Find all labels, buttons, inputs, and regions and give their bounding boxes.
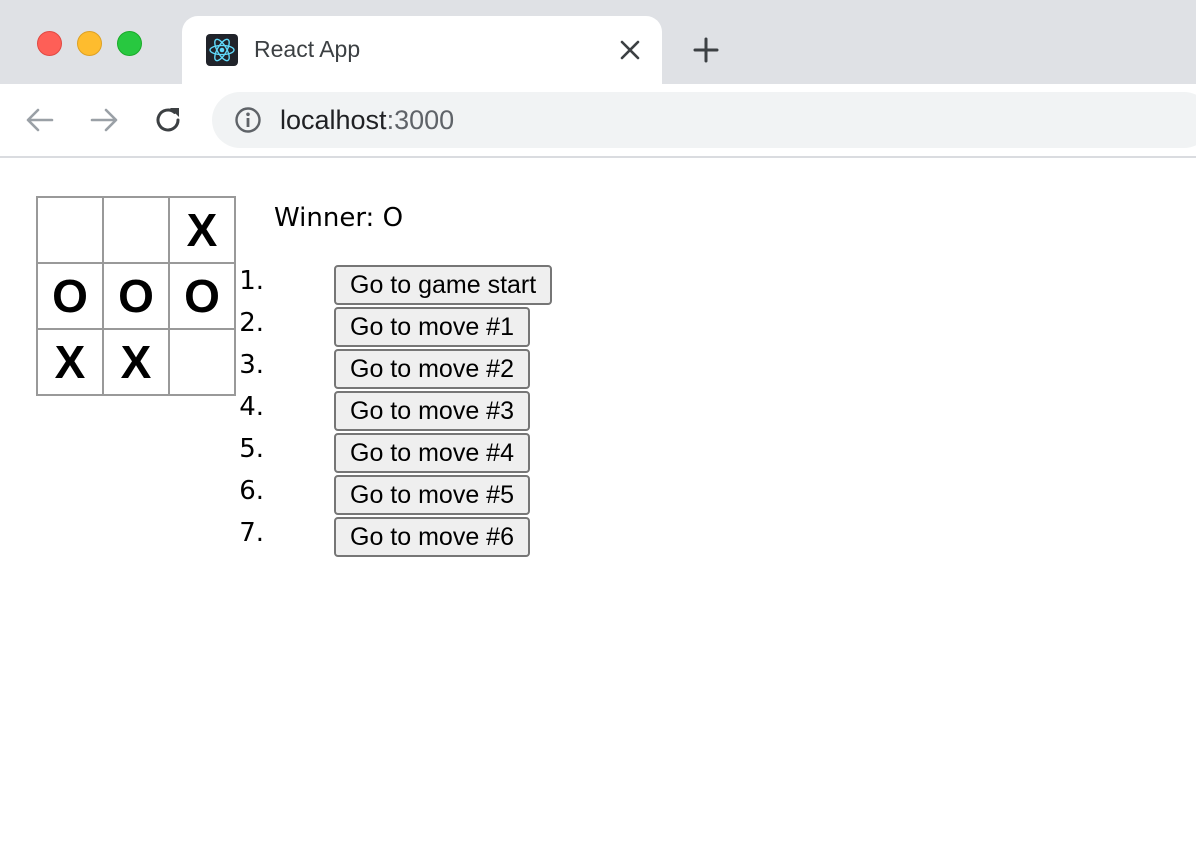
board-square[interactable]: X bbox=[104, 330, 170, 396]
move-number: 2. bbox=[239, 308, 264, 338]
game-board: X O O O X X bbox=[36, 196, 236, 396]
close-tab-icon[interactable] bbox=[616, 36, 644, 64]
move-number: 1. bbox=[239, 266, 264, 296]
address-bar[interactable]: localhost:3000 bbox=[212, 92, 1196, 148]
react-logo-icon bbox=[206, 34, 238, 66]
window-minimize-button[interactable] bbox=[77, 31, 102, 56]
url-host: localhost bbox=[280, 105, 387, 135]
url-port: :3000 bbox=[386, 105, 455, 135]
window-maximize-button[interactable] bbox=[117, 31, 142, 56]
go-to-move-button[interactable]: Go to move #2 bbox=[334, 349, 530, 389]
browser-tab-strip: React App bbox=[0, 0, 1196, 84]
game-info: Winner: O 1. Go to game start 2. Go to m… bbox=[239, 200, 553, 557]
board-square[interactable]: X bbox=[170, 198, 236, 264]
tab-title: React App bbox=[254, 36, 361, 62]
move-number: 3. bbox=[239, 350, 264, 380]
site-info-icon[interactable] bbox=[234, 106, 262, 134]
forward-arrow-icon[interactable] bbox=[88, 104, 120, 136]
go-to-move-button[interactable]: Go to game start bbox=[334, 265, 553, 305]
move-number: 4. bbox=[239, 392, 264, 422]
back-arrow-icon[interactable] bbox=[24, 104, 56, 136]
browser-toolbar: localhost:3000 bbox=[0, 84, 1196, 158]
reload-icon[interactable] bbox=[152, 104, 184, 136]
go-to-move-button[interactable]: Go to move #3 bbox=[334, 391, 530, 431]
browser-tab[interactable]: React App bbox=[182, 16, 662, 84]
board-square[interactable]: O bbox=[38, 264, 104, 330]
game-status: Winner: O bbox=[274, 203, 404, 233]
go-to-move-button[interactable]: Go to move #6 bbox=[334, 517, 530, 557]
url-text: localhost:3000 bbox=[280, 105, 454, 136]
go-to-move-button[interactable]: Go to move #4 bbox=[334, 433, 530, 473]
board-square[interactable] bbox=[104, 198, 170, 264]
go-to-move-button[interactable]: Go to move #1 bbox=[334, 307, 530, 347]
board-square[interactable]: X bbox=[38, 330, 104, 396]
new-tab-icon[interactable] bbox=[690, 34, 722, 66]
move-number: 7. bbox=[239, 518, 264, 548]
move-number: 5. bbox=[239, 434, 264, 464]
move-number: 6. bbox=[239, 476, 264, 506]
board-square[interactable] bbox=[38, 198, 104, 264]
board-square[interactable]: O bbox=[104, 264, 170, 330]
page-content: X O O O X X Winner: O 1. Go to game star… bbox=[0, 158, 1196, 842]
go-to-move-button[interactable]: Go to move #5 bbox=[334, 475, 530, 515]
window-close-button[interactable] bbox=[37, 31, 62, 56]
